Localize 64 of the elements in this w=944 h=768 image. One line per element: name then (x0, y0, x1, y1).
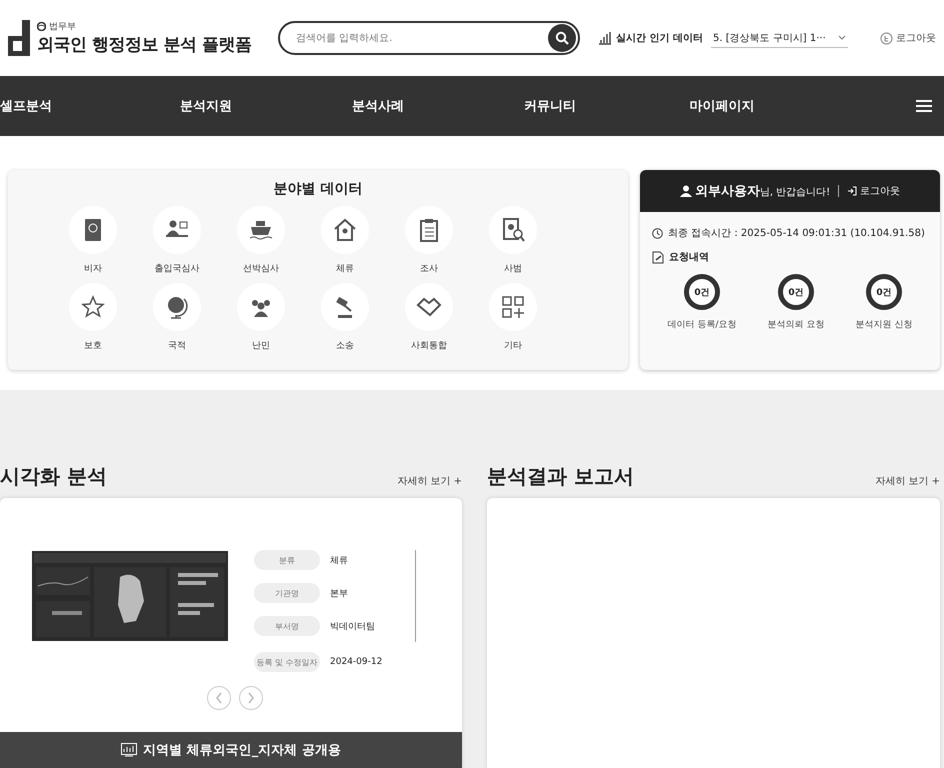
caption-text: 지역별 체류외국인_지자체 공개용 (143, 742, 341, 759)
field-label: 부서명 (254, 616, 320, 636)
star-icon (80, 294, 106, 320)
last-login-text: 최종 접속시간 : 2025-05-14 09:01:31 (10.104.91.58) (668, 227, 925, 240)
search-input[interactable]: 검색어를 입력하세요. (294, 32, 548, 44)
search-field[interactable]: 검색어를 입력하세요. (278, 21, 580, 55)
more-link[interactable]: 자세히 보기 + (397, 474, 462, 488)
field-label: 기관명 (254, 583, 320, 603)
bar-chart-icon (598, 31, 612, 45)
logo-icon (8, 20, 32, 56)
clock-icon (652, 228, 663, 238)
site-title: 외국인 행정정보 분석 플랫폼 (37, 34, 252, 56)
field-label: 분류 (254, 550, 320, 570)
count-ring: 0건 (866, 274, 902, 310)
nav-item[interactable]: 분석지원 (120, 97, 292, 115)
card-title: 분야별 데이터 (272, 180, 364, 198)
category-button[interactable]: 비자 (51, 206, 135, 275)
chevron-left-icon (215, 692, 223, 704)
menu-icon[interactable] (916, 99, 932, 113)
category-button[interactable]: 보호 (51, 283, 135, 352)
category-button[interactable]: 조사 (387, 206, 471, 275)
request-label: 분석지원 신청 (856, 319, 912, 331)
chevron-down-icon (838, 35, 846, 40)
greeting-text: 외부사용자님, 반갑습니다! (694, 183, 830, 200)
request-label: 데이터 등록/요청 (668, 319, 736, 331)
category-button[interactable]: 출입국심사 (135, 206, 219, 275)
nav-item[interactable]: 마이페이지 (636, 97, 808, 115)
field-value: 빅데이터팀 (330, 620, 375, 632)
field-value: 2024-09-12 (330, 657, 382, 667)
chart-icon (121, 743, 138, 757)
search-icon (555, 31, 569, 45)
user-icon (680, 185, 692, 197)
emblem-icon (37, 22, 46, 31)
ministry-name: 법무부 (49, 21, 76, 33)
category-button[interactable]: 체류 (303, 206, 387, 275)
chevron-right-icon (247, 692, 255, 704)
logout-button[interactable]: 로그아웃 (847, 184, 900, 198)
field-value: 체류 (330, 554, 348, 566)
category-button[interactable]: 기타 (471, 283, 555, 352)
category-button[interactable]: 난민 (219, 283, 303, 352)
category-button[interactable]: 국적 (135, 283, 219, 352)
category-button[interactable]: 소송 (303, 283, 387, 352)
request-label: 분석의뢰 요청 (768, 319, 824, 331)
category-button[interactable]: 선박심사 (219, 206, 303, 275)
nav-item[interactable]: 셀프분석 (0, 97, 120, 115)
logout-link[interactable]: 로그아웃 (880, 31, 936, 45)
grid-plus-icon (500, 294, 526, 320)
section-title: 시각화 분석 (0, 463, 107, 490)
category-button[interactable]: 사회통합 (387, 283, 471, 352)
realtime-label: 실시간 인기 데이터 (616, 32, 703, 45)
house-icon (332, 217, 358, 243)
nav-item[interactable]: 커뮤니티 (464, 97, 636, 115)
nav-item[interactable]: 분석사례 (292, 97, 464, 115)
document-pen-icon (652, 250, 664, 264)
field-label: 등록 및 수정일자 (254, 652, 320, 672)
category-button[interactable]: 사범 (471, 206, 555, 275)
field-value: 본부 (330, 588, 348, 600)
document-search-icon (500, 217, 526, 243)
section-title: 분석결과 보고서 (487, 463, 634, 490)
section-label: 요청내역 (669, 251, 709, 264)
count-ring: 0건 (778, 274, 814, 310)
search-button[interactable] (548, 24, 576, 52)
more-link[interactable]: 자세히 보기 + (875, 474, 940, 488)
count-ring: 0건 (684, 274, 720, 310)
